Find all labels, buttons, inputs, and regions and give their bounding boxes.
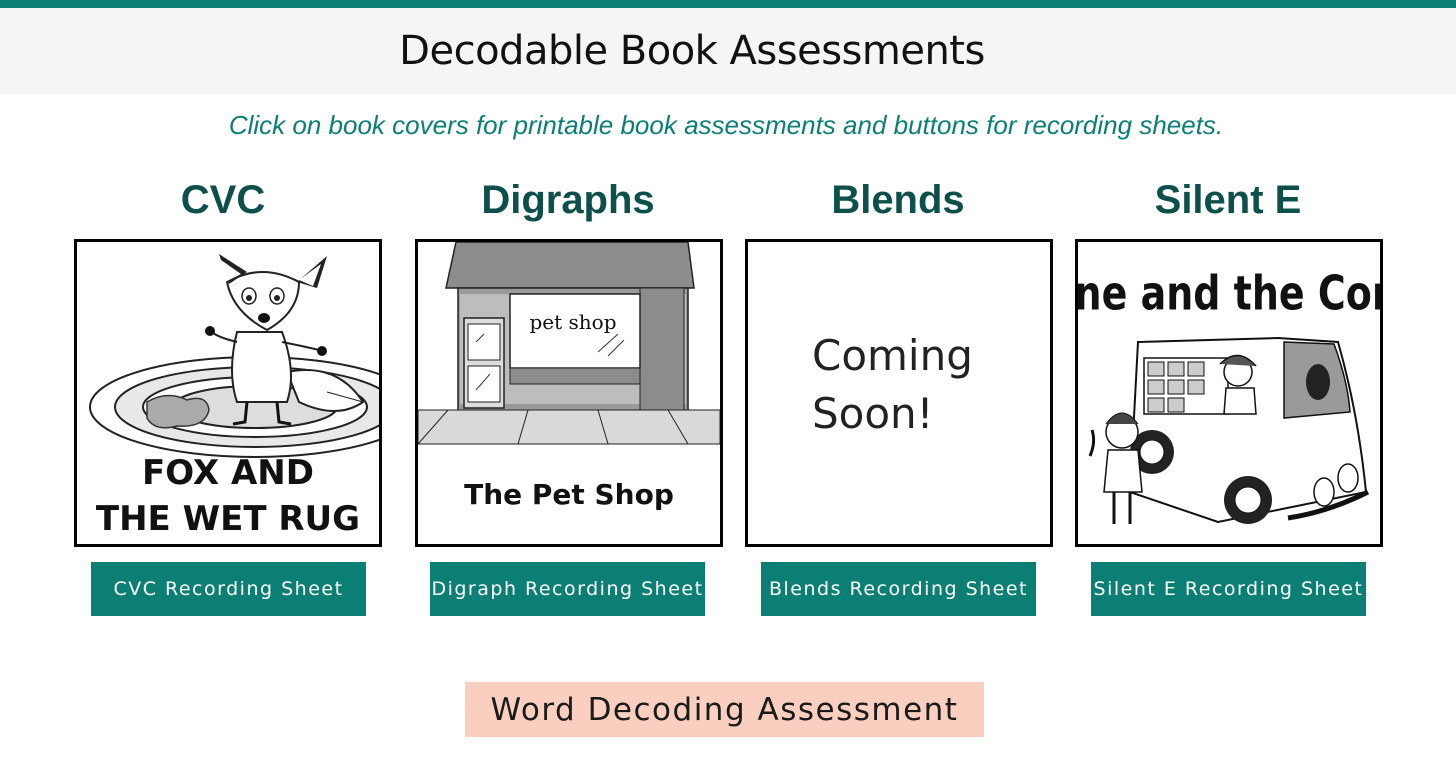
- cover-fox-and-the-wet-rug[interactable]: FOX AND THE WET RUG: [74, 239, 382, 547]
- coming-soon-line2: Soon!: [812, 389, 934, 438]
- heading-digraphs: Digraphs: [481, 178, 655, 222]
- coming-soon-line1: Coming: [812, 331, 973, 380]
- silent-e-recording-sheet-button[interactable]: Silent E Recording Sheet: [1091, 562, 1366, 616]
- instructions-text: Click on book covers for printable book …: [228, 110, 1224, 140]
- digraph-recording-sheet-button[interactable]: Digraph Recording Sheet: [430, 562, 705, 616]
- cover-the-pet-shop[interactable]: pet shop The Pet Shop: [415, 239, 723, 547]
- cover-title: June and the Cone: [1078, 266, 1380, 321]
- pet-shop-illustration: pet shop The Pet Shop: [418, 242, 720, 511]
- blends-recording-sheet-button[interactable]: Blends Recording Sheet: [761, 562, 1036, 616]
- coming-soon-graphic: Coming Soon!: [812, 331, 973, 438]
- cover-title-line1: FOX AND: [142, 453, 314, 493]
- top-accent-bar: [0, 0, 1456, 8]
- cvc-recording-sheet-button[interactable]: CVC Recording Sheet: [91, 562, 366, 616]
- word-decoding-assessment-button[interactable]: Word Decoding Assessment: [465, 682, 984, 737]
- heading-silent-e: Silent E: [1154, 178, 1302, 222]
- page-title: Decodable Book Assessments: [399, 28, 985, 74]
- page-header: Decodable Book Assessments: [0, 8, 1456, 94]
- shop-sign-text: pet shop: [529, 310, 616, 334]
- cover-blends-coming-soon[interactable]: Coming Soon!: [745, 239, 1053, 547]
- ice-cream-truck-illustration: June and the Cone: [1078, 266, 1380, 524]
- cover-title: The Pet Shop: [464, 478, 674, 511]
- heading-cvc: CVC: [180, 178, 266, 222]
- heading-blends: Blends: [831, 178, 965, 222]
- cover-title-line2: THE WET RUG: [96, 499, 360, 539]
- fox-illustration: FOX AND THE WET RUG: [89, 254, 379, 539]
- cover-june-and-the-cone[interactable]: June and the Cone: [1075, 239, 1383, 547]
